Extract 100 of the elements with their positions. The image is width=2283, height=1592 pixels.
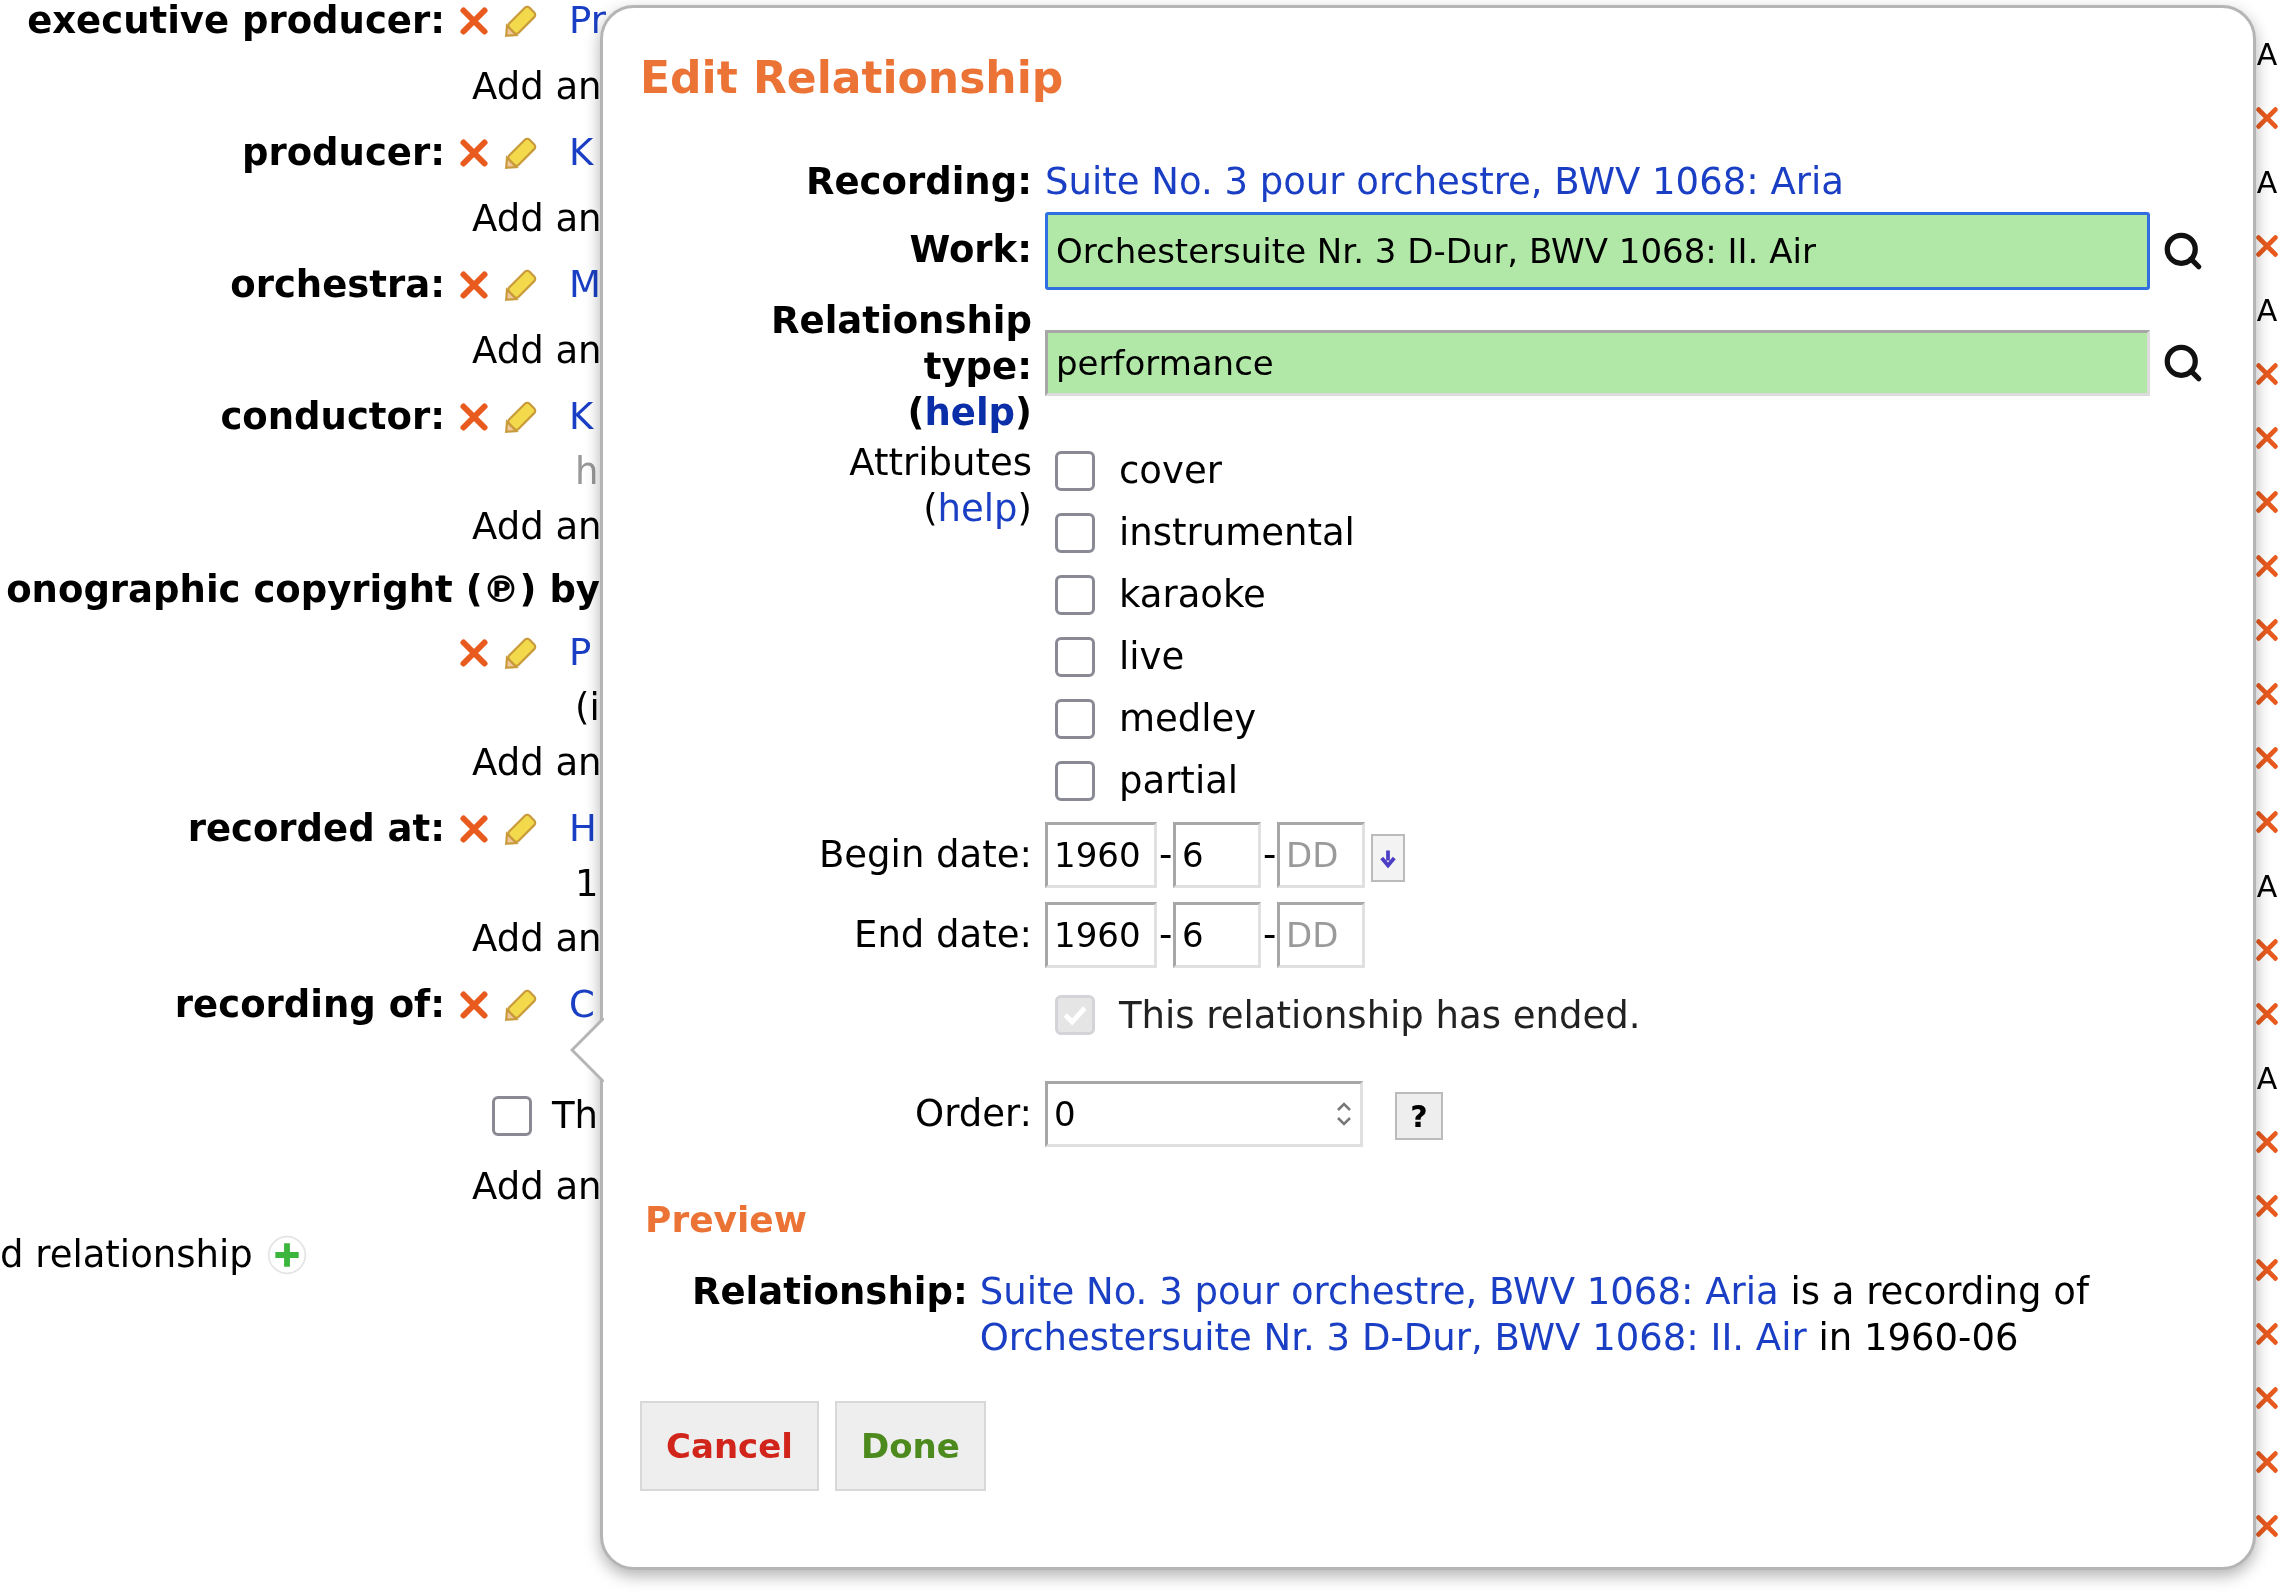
checkbox[interactable] — [1055, 450, 1095, 491]
checkbox[interactable] — [1055, 636, 1095, 677]
date-separator: - — [1263, 911, 1275, 958]
remove-icon[interactable] — [2255, 1450, 2279, 1474]
remove-icon[interactable] — [459, 990, 489, 1020]
preview-link[interactable]: Orchestersuite Nr. 3 D-Dur, BWV 1068: II. Air — [979, 1316, 1807, 1359]
remove-icon[interactable] — [2255, 938, 2279, 962]
edge-text: A — [2256, 1059, 2278, 1098]
help-link[interactable]: help — [937, 486, 1018, 530]
entity-link[interactable]: M — [569, 257, 601, 313]
work-field[interactable]: Orchestersuite Nr. 3 D-Dur, BWV 1068: II. Air — [1045, 211, 2150, 290]
help-link[interactable]: help — [924, 390, 1016, 434]
remove-icon[interactable] — [459, 138, 489, 168]
entity-link[interactable]: C — [569, 977, 595, 1033]
checkbox-label: live — [1119, 633, 1185, 680]
remove-icon[interactable] — [2255, 1322, 2279, 1346]
preview-label: Relationship: — [692, 1269, 968, 1315]
add-relationship-link[interactable]: d relationship — [0, 1227, 253, 1283]
field-label: Relationship type: — [770, 297, 1032, 390]
relationship-type-field[interactable]: performance — [1045, 329, 2150, 396]
help-note: (help) — [923, 485, 1032, 532]
remove-icon[interactable] — [2255, 1386, 2279, 1410]
date-picker-button[interactable] — [1371, 833, 1405, 882]
month-field[interactable]: 6 — [1173, 901, 1261, 968]
remove-icon[interactable] — [459, 638, 489, 668]
checkbox-label: This relationship has ended. — [1119, 992, 1641, 1039]
entity-link[interactable]: K — [569, 125, 594, 181]
checkbox-label: medley — [1119, 695, 1257, 742]
add-link[interactable]: Add an — [472, 499, 602, 555]
plus-icon[interactable] — [266, 1235, 307, 1275]
remove-icon[interactable] — [2255, 1194, 2279, 1218]
remove-icon[interactable] — [2255, 810, 2279, 834]
date-separator: - — [1159, 831, 1171, 878]
checkbox[interactable] — [1055, 512, 1095, 553]
cancel-button[interactable]: Cancel — [640, 1401, 819, 1491]
remove-icon[interactable] — [2255, 554, 2279, 578]
remove-icon[interactable] — [2255, 746, 2279, 770]
year-field[interactable]: 1960 — [1045, 821, 1157, 888]
checkbox-label: cover — [1119, 447, 1222, 494]
remove-icon[interactable] — [2255, 618, 2279, 642]
relationship-note: h — [575, 449, 599, 496]
entity-link[interactable]: K — [569, 389, 594, 445]
add-link[interactable]: Add an — [472, 191, 602, 247]
day-field[interactable]: DD — [1277, 901, 1365, 968]
relationship-label: executive producer: — [27, 0, 445, 43]
edge-text: A — [2256, 867, 2278, 906]
preview-link[interactable]: Suite No. 3 pour orchestre, BWV 1068: Aria — [979, 1270, 1779, 1313]
remove-icon[interactable] — [459, 270, 489, 300]
checkbox[interactable] — [1055, 760, 1095, 801]
month-field[interactable]: 6 — [1173, 821, 1261, 888]
relationship-label: onographic copyright (℗) by — [6, 567, 600, 614]
field-label: Work: — [908, 226, 1032, 273]
field-label: Recording: — [805, 159, 1032, 205]
entity-link[interactable]: H — [569, 801, 597, 857]
preview-heading: Preview — [645, 1198, 809, 1242]
checkbox[interactable] — [492, 1096, 532, 1136]
add-link[interactable]: Add an — [472, 1159, 602, 1215]
remove-icon[interactable] — [459, 6, 489, 36]
field-label: Order: — [914, 1091, 1032, 1138]
remove-icon[interactable] — [459, 814, 489, 844]
checkbox-label: Th — [552, 1093, 599, 1140]
add-link[interactable]: Add an — [472, 323, 602, 379]
edge-text: A — [2256, 35, 2278, 74]
add-link[interactable]: Add an — [472, 911, 602, 967]
remove-icon[interactable] — [2255, 1258, 2279, 1282]
recording-link[interactable]: Suite No. 3 pour orchestre, BWV 1068: Aria — [1045, 154, 2253, 210]
order-field[interactable]: 0 — [1045, 1081, 1363, 1147]
add-link[interactable]: Add an — [472, 59, 602, 115]
remove-icon[interactable] — [2255, 234, 2279, 258]
remove-icon[interactable] — [2255, 362, 2279, 386]
help-button[interactable]: ? — [1395, 1092, 1443, 1140]
entity-link[interactable]: P — [569, 625, 592, 681]
field-label: Attributes — [849, 439, 1032, 486]
remove-icon[interactable] — [2255, 1130, 2279, 1154]
date-separator: - — [1263, 831, 1275, 878]
day-field[interactable]: DD — [1277, 821, 1365, 888]
checkbox-label: instrumental — [1119, 509, 1355, 556]
done-button[interactable]: Done — [834, 1401, 986, 1491]
edge-text: A — [2256, 291, 2278, 330]
remove-icon[interactable] — [2255, 426, 2279, 450]
edge-text: A — [2256, 163, 2278, 202]
help-note: (help) — [907, 389, 1032, 436]
relationship-note: (i — [575, 685, 600, 732]
year-field[interactable]: 1960 — [1045, 901, 1157, 968]
relationship-note: 1 — [575, 861, 599, 908]
remove-icon[interactable] — [2255, 490, 2279, 514]
dialog-title: Edit Relationship — [640, 51, 1065, 105]
relationship-label: recording of: — [174, 983, 445, 1027]
remove-icon[interactable] — [459, 402, 489, 432]
remove-icon[interactable] — [2255, 1002, 2279, 1026]
relationship-label: orchestra: — [230, 263, 445, 307]
checkbox[interactable] — [1055, 574, 1095, 615]
checkbox-label: karaoke — [1119, 571, 1266, 618]
remove-icon[interactable] — [2255, 682, 2279, 706]
add-link[interactable]: Add an — [472, 735, 602, 791]
relationship-label: recorded at: — [187, 807, 445, 851]
checkbox[interactable] — [1055, 698, 1095, 739]
remove-icon[interactable] — [2255, 1514, 2279, 1538]
remove-icon[interactable] — [2255, 106, 2279, 130]
field-label: End date: — [853, 911, 1032, 958]
